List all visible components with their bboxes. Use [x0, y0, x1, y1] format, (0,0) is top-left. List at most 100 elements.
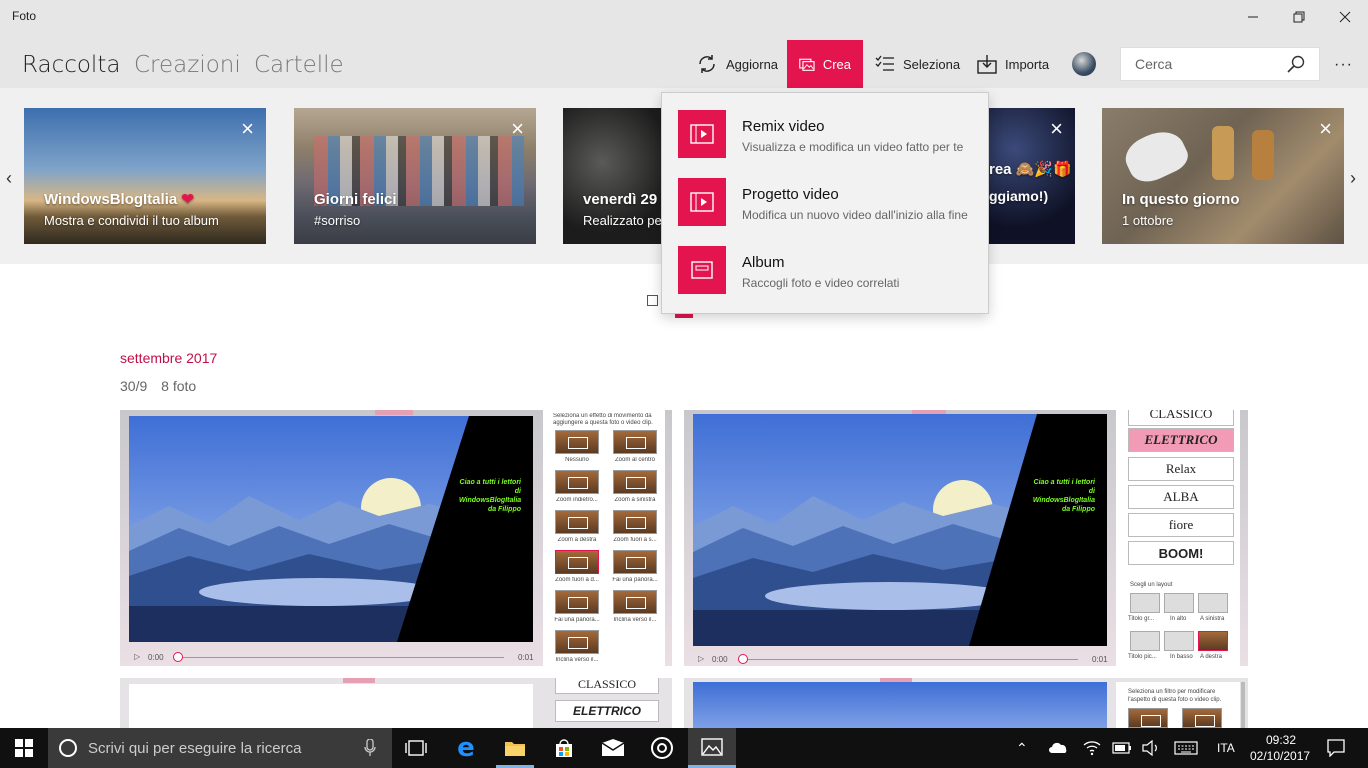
- motion-option[interactable]: [613, 550, 657, 574]
- task-view-icon[interactable]: [404, 736, 428, 760]
- search-icon[interactable]: [1287, 55, 1305, 73]
- carousel-card[interactable]: × Giorni felici #sorriso: [294, 108, 536, 244]
- style-fiore[interactable]: fiore: [1128, 513, 1234, 537]
- motion-label: Fai una panora...: [554, 617, 600, 623]
- layout-option[interactable]: [1164, 631, 1194, 651]
- store-icon[interactable]: [552, 736, 576, 760]
- date-group-header[interactable]: 30/9 8 foto: [120, 378, 196, 394]
- layout-label: In basso: [1170, 654, 1193, 660]
- chevron-up-icon[interactable]: ⌃: [1016, 740, 1028, 757]
- layout-option-selected[interactable]: [1198, 631, 1228, 651]
- style-classico[interactable]: CLASSICO: [1128, 410, 1234, 426]
- style-elettrico[interactable]: ELETTRICO: [1128, 428, 1234, 452]
- style-classico[interactable]: CLASSICO: [555, 678, 659, 694]
- minimize-button[interactable]: [1230, 0, 1276, 34]
- clock-time[interactable]: 09:32: [1266, 733, 1296, 747]
- style-alba[interactable]: ALBA: [1128, 485, 1234, 509]
- motion-option[interactable]: [555, 470, 599, 494]
- more-options-icon[interactable]: ···: [1334, 56, 1353, 74]
- groove-music-icon[interactable]: [650, 736, 674, 760]
- layout-option[interactable]: [1130, 631, 1160, 651]
- select-button[interactable]: Seleziona: [875, 40, 960, 88]
- photos-taskbar-button[interactable]: [688, 728, 736, 768]
- photo-count: 8 foto: [161, 378, 197, 394]
- seek-track[interactable]: [178, 657, 504, 658]
- seek-thumb[interactable]: [173, 652, 183, 662]
- carousel-page-dot-active[interactable]: [675, 314, 693, 318]
- play-icon[interactable]: ▷: [134, 652, 140, 661]
- battery-icon[interactable]: [1110, 736, 1134, 760]
- onedrive-icon[interactable]: [1046, 736, 1070, 760]
- play-icon[interactable]: ▷: [698, 654, 704, 663]
- seek-thumb[interactable]: [738, 654, 748, 664]
- scrollbar[interactable]: [1241, 682, 1245, 728]
- motion-label: Fai una panora...: [612, 577, 658, 583]
- motion-option[interactable]: [555, 510, 599, 534]
- file-explorer-icon[interactable]: [503, 736, 527, 760]
- carousel-prev-icon[interactable]: ‹: [6, 168, 12, 189]
- carousel-card[interactable]: × rea 🙈🎉🎁 ggiamo!): [989, 108, 1075, 244]
- action-center-icon[interactable]: [1324, 736, 1348, 760]
- tab-raccolta[interactable]: Raccolta: [22, 52, 120, 78]
- bottle-photo: [1252, 130, 1274, 180]
- create-button[interactable]: Crea: [787, 40, 863, 88]
- carousel-card[interactable]: × In questo giorno 1 ottobre: [1102, 108, 1344, 244]
- landscape-preview: [693, 682, 1107, 728]
- motion-option-selected[interactable]: [555, 550, 599, 574]
- tab-cartelle[interactable]: Cartelle: [254, 52, 344, 78]
- tab-creazioni[interactable]: Creazioni: [134, 52, 241, 78]
- photo-thumbnail[interactable]: Ciao a tutti i lettori di WindowsBlogIta…: [684, 410, 1248, 666]
- photo-thumbnail[interactable]: CLASSICO ELETTRICO: [120, 678, 672, 728]
- close-icon[interactable]: ×: [511, 118, 524, 140]
- mail-icon[interactable]: [601, 736, 625, 760]
- style-elettrico[interactable]: ELETTRICO: [555, 700, 659, 722]
- carousel-card[interactable]: × WindowsBlogItalia ❤ Mostra e condividi…: [24, 108, 266, 244]
- taskbar-search[interactable]: Scrivi qui per eseguire la ricerca: [48, 728, 392, 768]
- motion-option[interactable]: [613, 430, 657, 454]
- close-icon[interactable]: ×: [1319, 118, 1332, 140]
- minimize-icon: [1248, 16, 1258, 18]
- motion-option[interactable]: [613, 470, 657, 494]
- video-progress-bar[interactable]: ▷ 0:00 0:01: [698, 650, 1108, 666]
- wifi-icon[interactable]: [1080, 736, 1104, 760]
- menu-item-album[interactable]: Album Raccogli foto e video correlati: [678, 246, 978, 296]
- photo-thumbnail[interactable]: Seleziona un filtro per modificare l'asp…: [684, 678, 1248, 728]
- edge-icon[interactable]: e: [454, 735, 478, 761]
- close-button[interactable]: [1322, 0, 1368, 34]
- clock-date[interactable]: 02/10/2017: [1250, 749, 1310, 763]
- volume-icon[interactable]: [1140, 736, 1164, 760]
- refresh-button[interactable]: Aggiorna: [696, 40, 778, 88]
- account-avatar[interactable]: [1072, 52, 1096, 76]
- carousel-next-icon[interactable]: ›: [1350, 168, 1356, 189]
- import-button[interactable]: Importa: [977, 40, 1049, 88]
- carousel-card[interactable]: venerdì 29 s Realizzato per: [563, 108, 661, 244]
- motion-label: Zoom a sinistra: [614, 497, 656, 503]
- carousel-page-dot[interactable]: [647, 295, 658, 306]
- menu-item-remix-video[interactable]: Remix video Visualizza e modifica un vid…: [678, 110, 978, 160]
- motion-label: Zoom fuori a s...: [613, 537, 657, 543]
- layout-option[interactable]: [1164, 593, 1194, 613]
- motion-option[interactable]: [613, 590, 657, 614]
- style-boom[interactable]: BOOM!: [1128, 541, 1234, 565]
- search-input[interactable]: [1135, 56, 1285, 72]
- filter-option[interactable]: [1182, 708, 1222, 728]
- photo-thumbnail[interactable]: Ciao a tutti i lettori di WindowsBlogIta…: [120, 410, 672, 666]
- search-box[interactable]: [1120, 47, 1320, 81]
- motion-option[interactable]: [555, 630, 599, 654]
- maximize-button[interactable]: [1276, 0, 1322, 34]
- motion-option[interactable]: [555, 590, 599, 614]
- video-progress-bar[interactable]: ▷ 0:00 0:01: [134, 648, 534, 666]
- filter-option[interactable]: [1128, 708, 1168, 728]
- style-relax[interactable]: Relax: [1128, 457, 1234, 481]
- menu-item-video-project[interactable]: Progetto video Modifica un nuovo video d…: [678, 178, 978, 228]
- input-language[interactable]: ITA: [1217, 741, 1235, 755]
- layout-option[interactable]: [1198, 593, 1228, 613]
- motion-option[interactable]: [613, 510, 657, 534]
- layout-option[interactable]: [1130, 593, 1160, 613]
- close-icon[interactable]: ×: [1050, 118, 1063, 140]
- motion-option[interactable]: [555, 430, 599, 454]
- keyboard-icon[interactable]: [1174, 736, 1198, 760]
- close-icon[interactable]: ×: [241, 118, 254, 140]
- seek-track[interactable]: [742, 659, 1078, 660]
- start-windows-icon[interactable]: [12, 736, 36, 760]
